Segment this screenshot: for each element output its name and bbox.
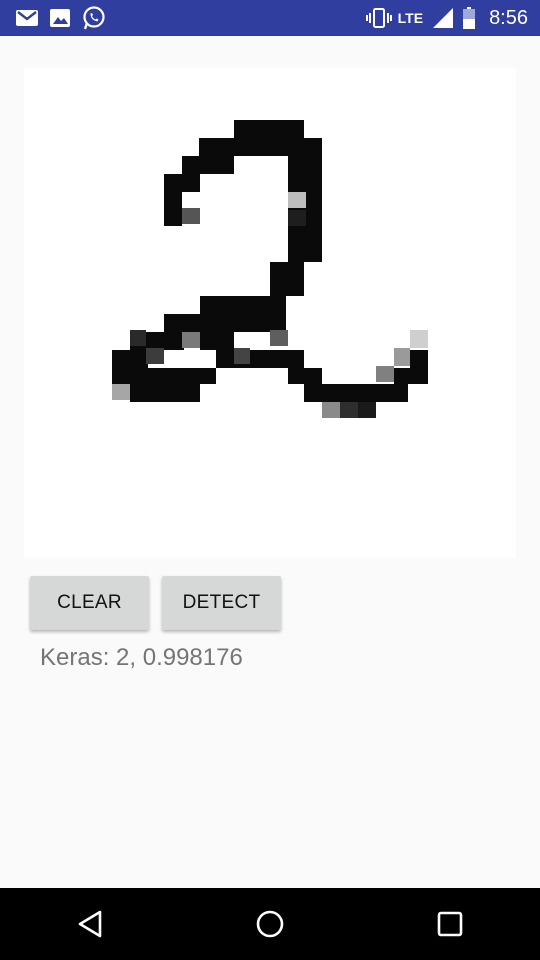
handwritten-digit-drawing (112, 120, 428, 418)
whatsapp-icon (82, 6, 106, 30)
gallery-icon (50, 9, 70, 27)
gmail-icon (16, 10, 38, 26)
recents-button[interactable] (400, 888, 500, 960)
network-type-label: LTE (397, 10, 424, 26)
recents-icon (437, 911, 463, 937)
vibrate-icon (365, 8, 392, 28)
navigation-bar (0, 888, 540, 960)
home-icon (256, 910, 284, 938)
clear-button[interactable]: CLEAR (30, 576, 149, 630)
status-bar: LTE 8:56 (0, 0, 540, 36)
drawing-canvas[interactable] (24, 68, 516, 558)
status-time: 8:56 (489, 6, 528, 29)
back-icon (78, 910, 102, 938)
home-button[interactable] (220, 888, 320, 960)
back-button[interactable] (40, 888, 140, 960)
battery-icon (463, 7, 476, 29)
prediction-result: Keras: 2, 0.998176 (40, 644, 243, 671)
signal-icon (433, 8, 454, 28)
detect-button[interactable]: DETECT (162, 576, 281, 630)
